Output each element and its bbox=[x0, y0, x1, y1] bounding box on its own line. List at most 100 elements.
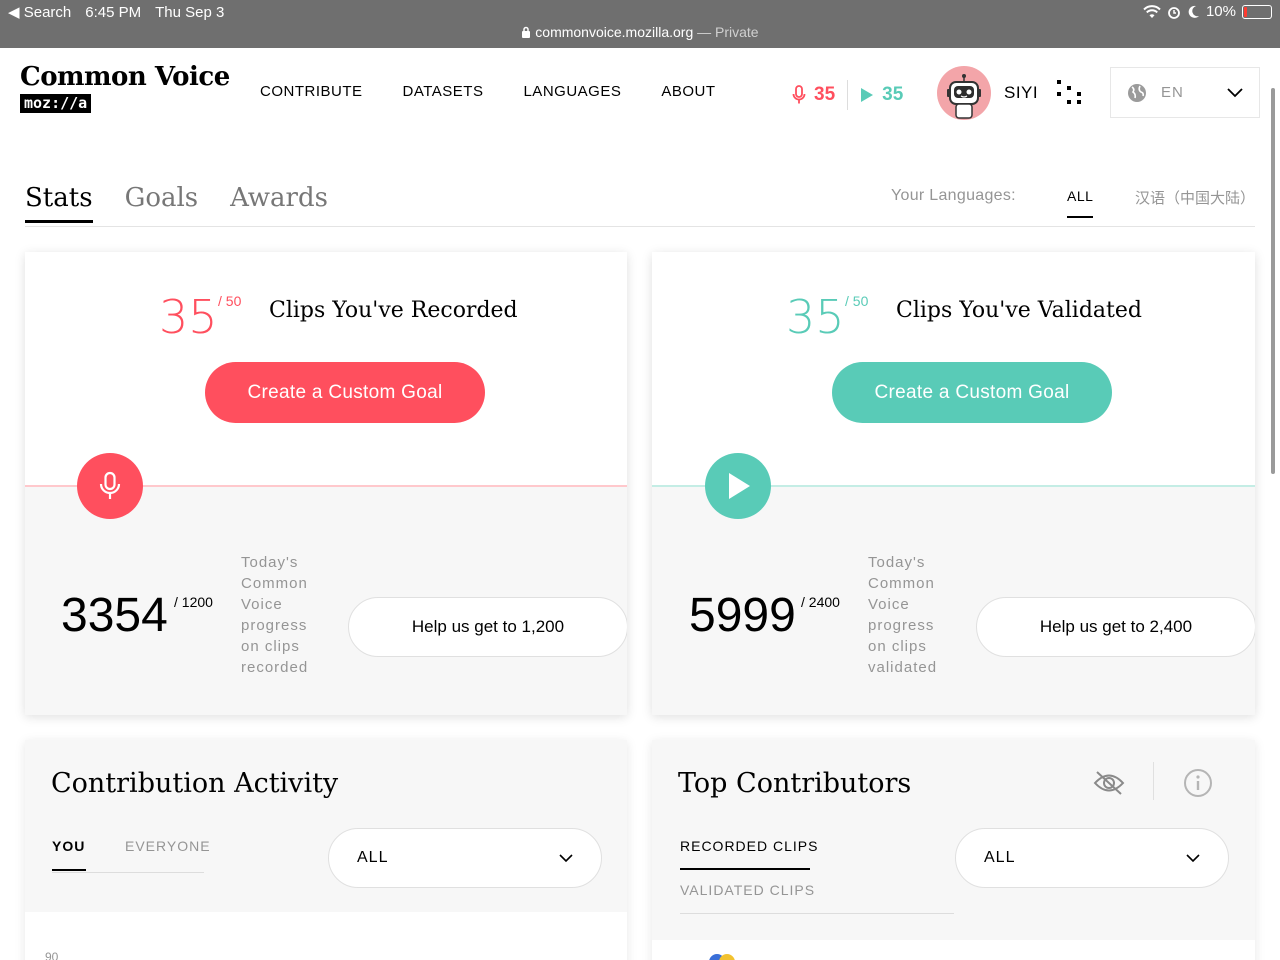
nav-about[interactable]: ABOUT bbox=[661, 83, 715, 100]
url-domain: commonvoice.mozilla.org bbox=[535, 24, 694, 40]
status-time: 6:45 PM bbox=[85, 3, 142, 21]
recorded-goal-label: Clips You've Recorded bbox=[269, 298, 518, 323]
moon-icon bbox=[1188, 5, 1199, 18]
create-goal-button-validated[interactable]: Create a Custom Goal bbox=[832, 362, 1112, 423]
recorded-goal-total: / 50 bbox=[218, 293, 242, 309]
help-button-recorded[interactable]: Help us get to 1,200 bbox=[348, 597, 627, 657]
nav-languages[interactable]: LANGUAGES bbox=[523, 83, 621, 100]
tabs-divider bbox=[25, 226, 1255, 227]
mic-icon bbox=[99, 471, 121, 499]
recorded-count: 35 bbox=[814, 84, 836, 105]
back-arrow-icon: ◀ bbox=[8, 4, 20, 21]
validated-counter[interactable]: 35 bbox=[860, 84, 903, 106]
eye-slash-icon bbox=[1093, 771, 1125, 795]
dashboard-tabs: Stats Goals Awards bbox=[25, 183, 328, 223]
validated-goal-total: / 50 bbox=[845, 293, 869, 309]
username[interactable]: SIYI bbox=[1004, 83, 1038, 103]
mozilla-logo: moz://a bbox=[20, 94, 92, 113]
nav-datasets[interactable]: DATASETS bbox=[403, 83, 484, 100]
battery-percent: 10% bbox=[1205, 3, 1236, 20]
tab-goals[interactable]: Goals bbox=[125, 183, 199, 213]
avatar-robot-icon bbox=[947, 74, 981, 119]
recorded-stats-card: 35 / 50 Clips You've Recorded Create a C… bbox=[25, 252, 627, 715]
activity-tab-everyone[interactable]: EVERYONE bbox=[125, 838, 211, 854]
activity-select[interactable]: ALL bbox=[328, 828, 602, 888]
recorded-today-total: / 1200 bbox=[174, 594, 213, 610]
validated-today-total: / 2400 bbox=[801, 594, 840, 610]
dots-menu-icon[interactable] bbox=[1055, 78, 1083, 106]
logo-title: Common Voice bbox=[20, 62, 230, 92]
tab-awards[interactable]: Awards bbox=[230, 183, 328, 213]
battery-icon bbox=[1242, 4, 1272, 19]
chevron-down-icon bbox=[1186, 853, 1200, 862]
validated-goal-value: 35 bbox=[786, 290, 845, 344]
activity-tab-you[interactable]: YOU bbox=[52, 838, 85, 854]
icon-divider bbox=[1153, 762, 1154, 800]
your-languages-label: Your Languages: bbox=[891, 187, 1016, 204]
page-scrollbar[interactable] bbox=[1271, 88, 1275, 474]
counter-divider bbox=[847, 80, 849, 110]
validated-stats-card: 35 / 50 Clips You've Validated Create a … bbox=[652, 252, 1255, 715]
lock-icon bbox=[522, 26, 531, 38]
play-icon bbox=[729, 473, 750, 499]
url-private-mode: — Private bbox=[693, 24, 759, 40]
language-value: EN bbox=[1161, 84, 1184, 101]
validated-count: 35 bbox=[882, 84, 904, 105]
validated-today-text: Today's Common Voice progress on clips v… bbox=[868, 554, 938, 676]
avatar[interactable] bbox=[937, 66, 991, 120]
record-icon-button[interactable] bbox=[77, 453, 143, 519]
help-button-validated[interactable]: Help us get to 2,400 bbox=[976, 597, 1255, 657]
validated-goal-label: Clips You've Validated bbox=[896, 298, 1142, 323]
contribution-activity-card: Contribution Activity YOU EVERYONE ALL 9… bbox=[25, 740, 627, 960]
globe-icon bbox=[1128, 83, 1146, 102]
contributors-tab-recorded[interactable]: RECORDED CLIPS bbox=[680, 838, 818, 854]
create-goal-button-recorded[interactable]: Create a Custom Goal bbox=[205, 362, 485, 423]
mic-icon bbox=[792, 85, 806, 104]
status-date: Thu Sep 3 bbox=[155, 3, 225, 21]
contributors-tab-validated[interactable]: VALIDATED CLIPS bbox=[680, 882, 815, 898]
contribution-counters: 35 35 bbox=[792, 80, 903, 110]
activity-axis-tick: 90 bbox=[45, 950, 59, 960]
info-button[interactable] bbox=[1181, 766, 1215, 800]
browser-chrome: ◀ Search 6:45 PM Thu Sep 3 10% commonvoi… bbox=[0, 0, 1280, 48]
wifi-icon bbox=[1143, 4, 1161, 18]
back-label: Search bbox=[23, 4, 72, 21]
alarm-icon bbox=[1168, 6, 1180, 19]
contributors-tab-recorded-underline bbox=[680, 868, 810, 870]
hide-visibility-button[interactable] bbox=[1092, 766, 1126, 800]
language-select[interactable]: EN bbox=[1110, 67, 1260, 118]
chevron-down-icon bbox=[1227, 87, 1243, 97]
status-right: 10% bbox=[1143, 3, 1272, 20]
main-nav: CONTRIBUTE DATASETS LANGUAGES ABOUT bbox=[260, 83, 716, 100]
contributors-title: Top Contributors bbox=[678, 768, 912, 799]
info-icon bbox=[1184, 769, 1212, 797]
validated-today-value: 5999 bbox=[689, 589, 796, 642]
activity-tabs-rule bbox=[52, 872, 204, 873]
recorded-counter[interactable]: 35 bbox=[792, 84, 835, 106]
contributors-tabs-rule bbox=[680, 913, 954, 914]
top-contributors-card: Top Contributors RECORDED CLIPS VALIDATE… bbox=[652, 740, 1255, 960]
activity-chart-area: 90 bbox=[25, 912, 627, 960]
site-logo[interactable]: Common Voice moz://a bbox=[20, 62, 230, 113]
activity-select-value: ALL bbox=[357, 849, 389, 866]
recorded-goal-value: 35 bbox=[159, 290, 218, 344]
nav-contribute[interactable]: CONTRIBUTE bbox=[260, 83, 363, 100]
play-icon bbox=[861, 88, 874, 102]
back-to-search[interactable]: ◀ Search bbox=[8, 3, 71, 21]
activity-title: Contribution Activity bbox=[51, 768, 339, 799]
status-left: ◀ Search 6:45 PM Thu Sep 3 bbox=[8, 3, 225, 22]
tab-stats[interactable]: Stats bbox=[25, 183, 93, 223]
contributors-select[interactable]: ALL bbox=[955, 828, 1229, 888]
recorded-today-value: 3354 bbox=[61, 589, 168, 642]
contributors-select-value: ALL bbox=[984, 849, 1016, 866]
language-filter-zh[interactable]: 汉语（中国大陆） bbox=[1135, 187, 1255, 208]
battery-fill bbox=[1244, 6, 1247, 17]
contributors-list-area bbox=[652, 940, 1255, 960]
chevron-down-icon bbox=[559, 853, 573, 862]
url-bar[interactable]: commonvoice.mozilla.org — Private bbox=[0, 24, 1280, 40]
recorded-today-text: Today's Common Voice progress on clips r… bbox=[241, 554, 309, 676]
validate-icon-button[interactable] bbox=[705, 453, 771, 519]
contributor-avatar bbox=[709, 954, 735, 960]
activity-tab-you-underline bbox=[52, 869, 86, 871]
language-filter-all[interactable]: ALL bbox=[1067, 188, 1094, 218]
